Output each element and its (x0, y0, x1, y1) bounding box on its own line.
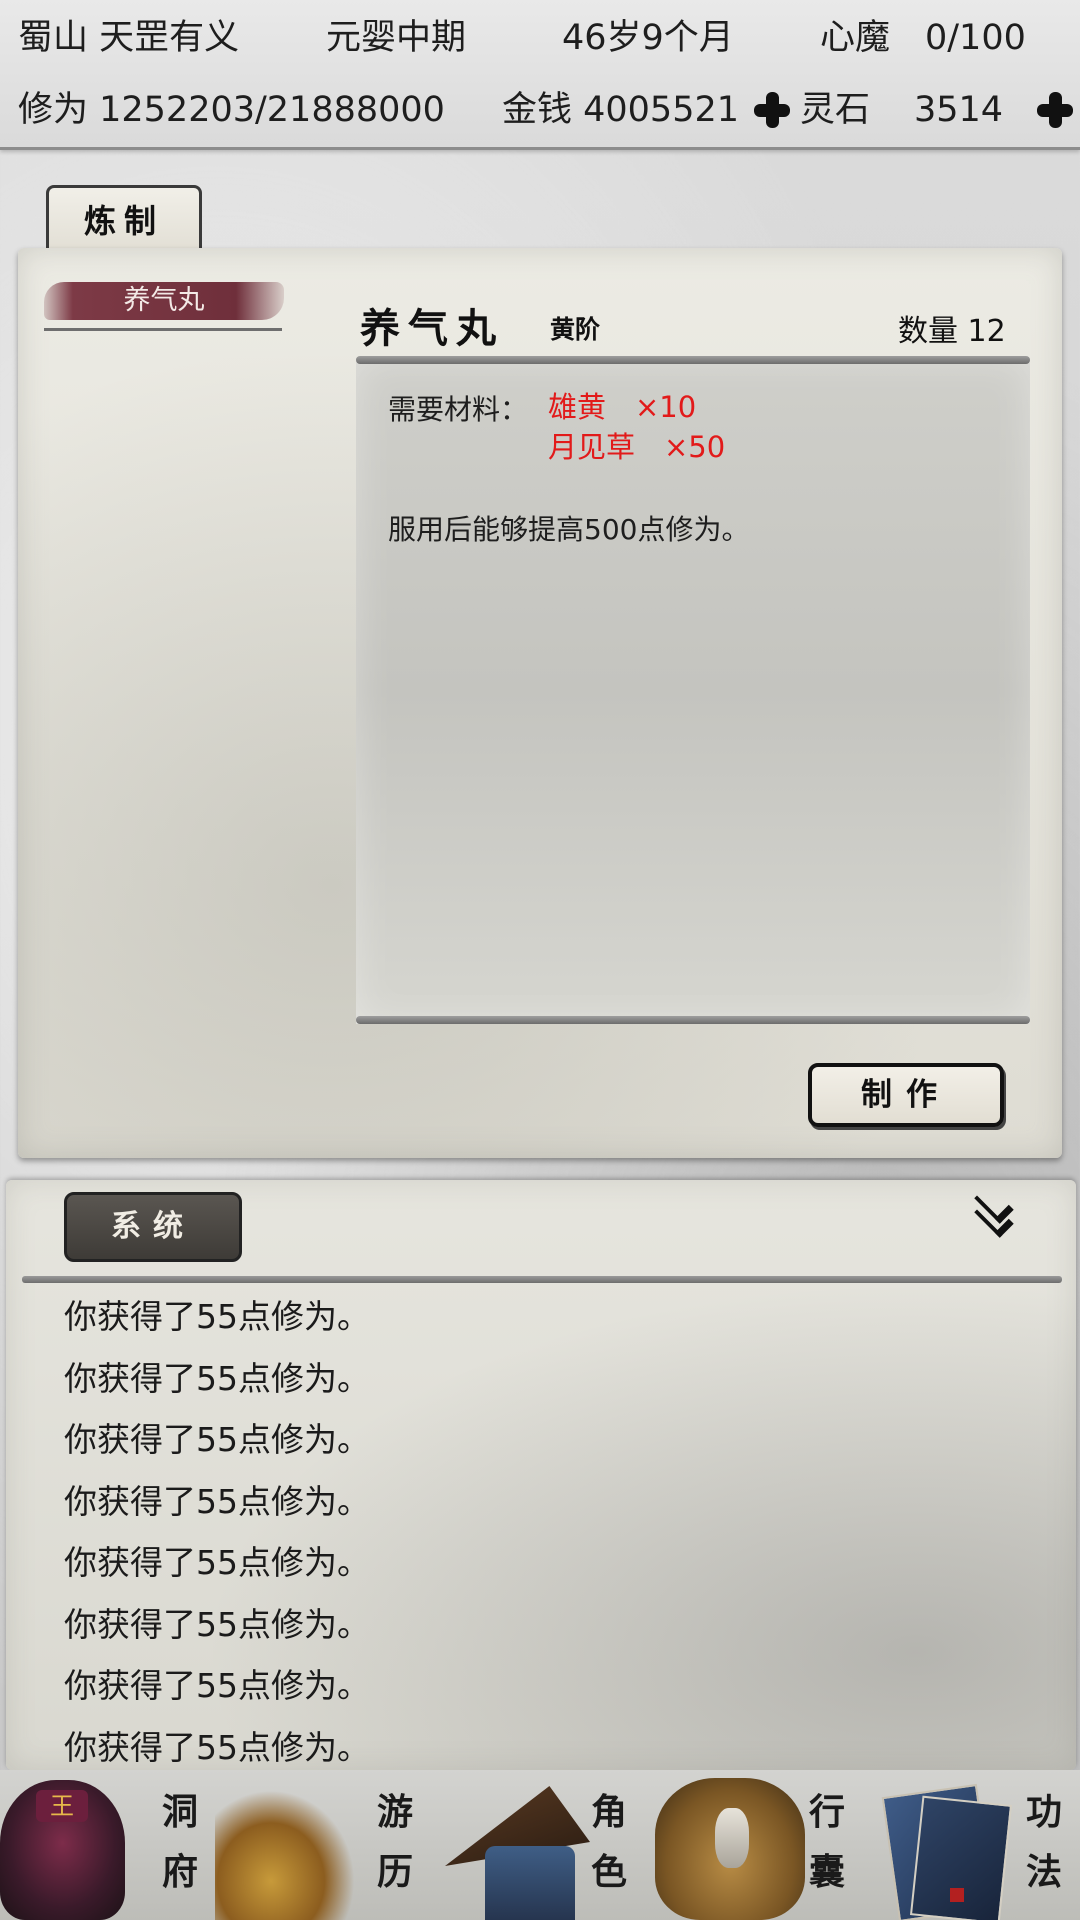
item-quantity: 数量 12 (898, 314, 1006, 349)
nav-label-top: 游 (376, 1791, 413, 1833)
nav-label-bottom: 色 (590, 1851, 627, 1893)
status-bar: 蜀山 天罡有义 元婴中期 46岁9个月 心魔 0/100 修为 1252203/… (0, 0, 1080, 150)
log-entry: 你获得了55点修为。 (64, 1543, 370, 1582)
age-text: 46岁9个月 (562, 18, 734, 58)
nav-inventory[interactable]: 行 囊 (655, 1770, 890, 1920)
description-bottom-divider (356, 1016, 1030, 1024)
nav-label-bottom: 历 (376, 1851, 413, 1893)
recipe-underline (44, 328, 282, 331)
material-item: 雄黄 ×10 (548, 390, 697, 424)
log-entry: 你获得了55点修为。 (64, 1297, 370, 1336)
nav-travel[interactable]: 游 历 (215, 1770, 445, 1920)
nav-label-bottom: 囊 (808, 1851, 845, 1893)
technique-books-icon (881, 1780, 1013, 1920)
log-entry: 你获得了55点修为。 (64, 1358, 370, 1398)
character-bamboo-hat-icon (445, 1776, 590, 1920)
spirit-stone-value: 3514 (914, 90, 1004, 130)
nav-label-bottom: 府 (161, 1851, 198, 1893)
make-button[interactable]: 制作 (808, 1063, 1004, 1127)
nav-label-top: 角 (590, 1791, 627, 1833)
money-text: 金钱 4005521 (502, 90, 740, 130)
spirit-stone-label: 灵石 (800, 90, 871, 130)
materials-label: 需要材料： (388, 393, 529, 426)
cultivation-text: 修为 1252203/21888000 (18, 90, 445, 130)
recipe-list-item[interactable]: 养气丸 (44, 278, 284, 331)
cave-dwelling-icon: 王 (0, 1780, 125, 1920)
item-name: 养气丸 (360, 305, 504, 352)
tab-system[interactable]: 系统 (64, 1192, 242, 1262)
nav-label-top: 洞 (161, 1791, 198, 1833)
nav-character[interactable]: 角 色 (445, 1770, 655, 1920)
log-entry: 你获得了55点修为。 (64, 1481, 370, 1521)
log-entry: 你获得了55点修为。 (64, 1604, 370, 1644)
nav-label-top: 行 (808, 1791, 845, 1833)
add-money-plus-icon[interactable] (752, 90, 792, 130)
log-divider (22, 1276, 1062, 1283)
bottom-nav: 王 洞 府 游 历 角 色 行 囊 功 法 (0, 1770, 1080, 1920)
add-spirit-stone-plus-icon[interactable] (1035, 90, 1075, 130)
nav-cave-dwelling[interactable]: 王 洞 府 (0, 1770, 215, 1920)
recipe-item-label: 养气丸 (123, 285, 205, 316)
location-text: 蜀山 天罡有义 (18, 18, 240, 58)
collapse-chevron-icon[interactable] (964, 1184, 1024, 1240)
material-item: 月见草 ×50 (548, 430, 726, 464)
tab-craft[interactable]: 炼制 (46, 185, 202, 251)
realm-text: 元婴中期 (326, 18, 467, 58)
heart-demon-text: 心魔 0/100 (820, 18, 1026, 58)
item-grade: 黄阶 (550, 315, 601, 344)
nav-label-bottom: 法 (1025, 1851, 1062, 1893)
description-top-divider (356, 356, 1030, 364)
log-entry: 你获得了55点修为。 (64, 1420, 370, 1459)
log-entry: 你获得了55点修为。 (64, 1727, 370, 1767)
log-list[interactable]: 你获得了55点修为。 你获得了55点修为。 你获得了55点修为。 你获得了55点… (64, 1286, 370, 1770)
system-log-panel: 系统 你获得了55点修为。 你获得了55点修为。 你获得了55点修为。 你获得了… (6, 1180, 1076, 1770)
log-entry: 你获得了55点修为。 (64, 1666, 370, 1705)
nav-label-top: 功 (1025, 1791, 1062, 1833)
travel-grass-icon (215, 1790, 355, 1920)
item-effect-text: 服用后能够提高500点修为。 (388, 513, 750, 546)
craft-panel: 养气丸 养气丸 黄阶 数量 12 需要材料： 雄黄 ×10 月见草 ×50 服用… (18, 248, 1062, 1158)
nav-techniques[interactable]: 功 法 (881, 1770, 1080, 1920)
inventory-bag-icon (655, 1778, 805, 1920)
